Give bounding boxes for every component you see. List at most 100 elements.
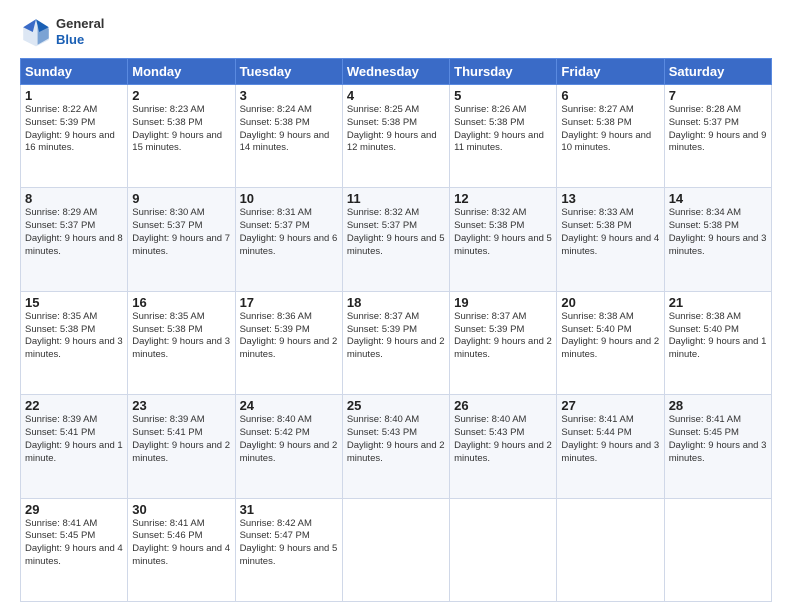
calendar-week-row: 1 Sunrise: 8:22 AM Sunset: 5:39 PM Dayli… (21, 85, 772, 188)
day-info: Sunrise: 8:33 AM Sunset: 5:38 PM Dayligh… (561, 207, 659, 258)
calendar-week-row: 29 Sunrise: 8:41 AM Sunset: 5:45 PM Dayl… (21, 498, 772, 601)
calendar-cell: 12 Sunrise: 8:32 AM Sunset: 5:38 PM Dayl… (450, 188, 557, 291)
calendar-cell: 16 Sunrise: 8:35 AM Sunset: 5:38 PM Dayl… (128, 291, 235, 394)
day-header-wednesday: Wednesday (342, 59, 449, 85)
day-number: 9 (132, 191, 230, 206)
calendar-cell: 8 Sunrise: 8:29 AM Sunset: 5:37 PM Dayli… (21, 188, 128, 291)
day-header-sunday: Sunday (21, 59, 128, 85)
calendar-cell: 9 Sunrise: 8:30 AM Sunset: 5:37 PM Dayli… (128, 188, 235, 291)
calendar-week-row: 15 Sunrise: 8:35 AM Sunset: 5:38 PM Dayl… (21, 291, 772, 394)
logo-blue: Blue (56, 32, 84, 47)
day-number: 6 (561, 88, 659, 103)
day-number: 15 (25, 295, 123, 310)
calendar-cell: 29 Sunrise: 8:41 AM Sunset: 5:45 PM Dayl… (21, 498, 128, 601)
day-header-tuesday: Tuesday (235, 59, 342, 85)
day-number: 7 (669, 88, 767, 103)
calendar-cell: 3 Sunrise: 8:24 AM Sunset: 5:38 PM Dayli… (235, 85, 342, 188)
day-number: 11 (347, 191, 445, 206)
day-info: Sunrise: 8:38 AM Sunset: 5:40 PM Dayligh… (561, 311, 659, 362)
calendar-cell: 5 Sunrise: 8:26 AM Sunset: 5:38 PM Dayli… (450, 85, 557, 188)
day-number: 23 (132, 398, 230, 413)
calendar-cell (557, 498, 664, 601)
day-number: 12 (454, 191, 552, 206)
day-info: Sunrise: 8:40 AM Sunset: 5:42 PM Dayligh… (240, 414, 338, 465)
calendar-cell: 10 Sunrise: 8:31 AM Sunset: 5:37 PM Dayl… (235, 188, 342, 291)
logo-icon (20, 16, 52, 48)
day-info: Sunrise: 8:41 AM Sunset: 5:45 PM Dayligh… (25, 518, 123, 569)
day-number: 3 (240, 88, 338, 103)
day-number: 26 (454, 398, 552, 413)
header: General Blue (20, 16, 772, 48)
day-number: 1 (25, 88, 123, 103)
calendar-cell: 11 Sunrise: 8:32 AM Sunset: 5:37 PM Dayl… (342, 188, 449, 291)
day-number: 10 (240, 191, 338, 206)
logo-text-block: General Blue (56, 16, 104, 47)
day-info: Sunrise: 8:25 AM Sunset: 5:38 PM Dayligh… (347, 104, 445, 155)
day-info: Sunrise: 8:39 AM Sunset: 5:41 PM Dayligh… (25, 414, 123, 465)
calendar-week-row: 22 Sunrise: 8:39 AM Sunset: 5:41 PM Dayl… (21, 395, 772, 498)
day-info: Sunrise: 8:35 AM Sunset: 5:38 PM Dayligh… (25, 311, 123, 362)
day-info: Sunrise: 8:23 AM Sunset: 5:38 PM Dayligh… (132, 104, 230, 155)
calendar-cell: 31 Sunrise: 8:42 AM Sunset: 5:47 PM Dayl… (235, 498, 342, 601)
calendar-cell (342, 498, 449, 601)
calendar-cell (664, 498, 771, 601)
day-number: 17 (240, 295, 338, 310)
day-info: Sunrise: 8:41 AM Sunset: 5:45 PM Dayligh… (669, 414, 767, 465)
calendar-cell: 7 Sunrise: 8:28 AM Sunset: 5:37 PM Dayli… (664, 85, 771, 188)
calendar-cell: 26 Sunrise: 8:40 AM Sunset: 5:43 PM Dayl… (450, 395, 557, 498)
day-number: 5 (454, 88, 552, 103)
day-info: Sunrise: 8:39 AM Sunset: 5:41 PM Dayligh… (132, 414, 230, 465)
calendar-cell: 23 Sunrise: 8:39 AM Sunset: 5:41 PM Dayl… (128, 395, 235, 498)
day-info: Sunrise: 8:37 AM Sunset: 5:39 PM Dayligh… (347, 311, 445, 362)
calendar-cell: 22 Sunrise: 8:39 AM Sunset: 5:41 PM Dayl… (21, 395, 128, 498)
day-number: 28 (669, 398, 767, 413)
day-info: Sunrise: 8:24 AM Sunset: 5:38 PM Dayligh… (240, 104, 338, 155)
day-number: 29 (25, 502, 123, 517)
day-number: 30 (132, 502, 230, 517)
day-info: Sunrise: 8:42 AM Sunset: 5:47 PM Dayligh… (240, 518, 338, 569)
calendar-header-row: SundayMondayTuesdayWednesdayThursdayFrid… (21, 59, 772, 85)
logo-general: General (56, 16, 104, 31)
day-number: 13 (561, 191, 659, 206)
calendar-cell: 25 Sunrise: 8:40 AM Sunset: 5:43 PM Dayl… (342, 395, 449, 498)
day-info: Sunrise: 8:26 AM Sunset: 5:38 PM Dayligh… (454, 104, 552, 155)
day-info: Sunrise: 8:40 AM Sunset: 5:43 PM Dayligh… (347, 414, 445, 465)
calendar-cell: 14 Sunrise: 8:34 AM Sunset: 5:38 PM Dayl… (664, 188, 771, 291)
day-info: Sunrise: 8:22 AM Sunset: 5:39 PM Dayligh… (25, 104, 123, 155)
calendar-cell: 18 Sunrise: 8:37 AM Sunset: 5:39 PM Dayl… (342, 291, 449, 394)
day-number: 8 (25, 191, 123, 206)
calendar-cell: 2 Sunrise: 8:23 AM Sunset: 5:38 PM Dayli… (128, 85, 235, 188)
calendar-cell: 6 Sunrise: 8:27 AM Sunset: 5:38 PM Dayli… (557, 85, 664, 188)
day-header-saturday: Saturday (664, 59, 771, 85)
day-number: 27 (561, 398, 659, 413)
day-info: Sunrise: 8:28 AM Sunset: 5:37 PM Dayligh… (669, 104, 767, 155)
day-info: Sunrise: 8:41 AM Sunset: 5:46 PM Dayligh… (132, 518, 230, 569)
day-number: 2 (132, 88, 230, 103)
calendar-cell (450, 498, 557, 601)
day-info: Sunrise: 8:40 AM Sunset: 5:43 PM Dayligh… (454, 414, 552, 465)
calendar-cell: 20 Sunrise: 8:38 AM Sunset: 5:40 PM Dayl… (557, 291, 664, 394)
calendar-cell: 4 Sunrise: 8:25 AM Sunset: 5:38 PM Dayli… (342, 85, 449, 188)
day-number: 4 (347, 88, 445, 103)
day-info: Sunrise: 8:31 AM Sunset: 5:37 PM Dayligh… (240, 207, 338, 258)
day-info: Sunrise: 8:27 AM Sunset: 5:38 PM Dayligh… (561, 104, 659, 155)
day-number: 22 (25, 398, 123, 413)
day-number: 19 (454, 295, 552, 310)
day-header-friday: Friday (557, 59, 664, 85)
day-info: Sunrise: 8:32 AM Sunset: 5:38 PM Dayligh… (454, 207, 552, 258)
day-info: Sunrise: 8:38 AM Sunset: 5:40 PM Dayligh… (669, 311, 767, 362)
calendar-week-row: 8 Sunrise: 8:29 AM Sunset: 5:37 PM Dayli… (21, 188, 772, 291)
day-info: Sunrise: 8:37 AM Sunset: 5:39 PM Dayligh… (454, 311, 552, 362)
calendar-table: SundayMondayTuesdayWednesdayThursdayFrid… (20, 58, 772, 602)
day-info: Sunrise: 8:30 AM Sunset: 5:37 PM Dayligh… (132, 207, 230, 258)
calendar-cell: 19 Sunrise: 8:37 AM Sunset: 5:39 PM Dayl… (450, 291, 557, 394)
day-number: 20 (561, 295, 659, 310)
day-info: Sunrise: 8:29 AM Sunset: 5:37 PM Dayligh… (25, 207, 123, 258)
calendar-cell: 15 Sunrise: 8:35 AM Sunset: 5:38 PM Dayl… (21, 291, 128, 394)
calendar-cell: 24 Sunrise: 8:40 AM Sunset: 5:42 PM Dayl… (235, 395, 342, 498)
calendar-cell: 17 Sunrise: 8:36 AM Sunset: 5:39 PM Dayl… (235, 291, 342, 394)
day-info: Sunrise: 8:41 AM Sunset: 5:44 PM Dayligh… (561, 414, 659, 465)
day-header-thursday: Thursday (450, 59, 557, 85)
calendar-cell: 27 Sunrise: 8:41 AM Sunset: 5:44 PM Dayl… (557, 395, 664, 498)
day-number: 31 (240, 502, 338, 517)
